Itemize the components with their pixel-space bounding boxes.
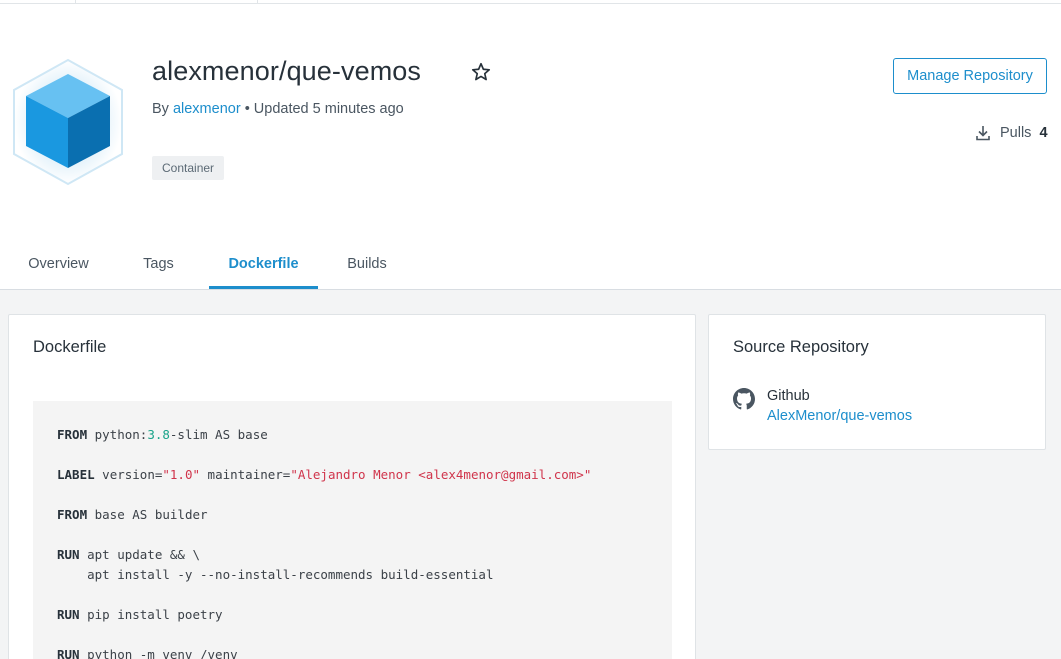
code-text: apt install -y --no-install-recommends b… [57, 567, 494, 582]
code-text: python: [87, 427, 148, 442]
github-icon [733, 388, 755, 410]
pulls-label: Pulls [1000, 125, 1032, 141]
code-string: "Alejandro Menor <alex4menor@gmail.com>" [290, 467, 592, 482]
tab-dockerfile[interactable]: Dockerfile [209, 238, 318, 289]
top-nav-divider [257, 0, 258, 4]
code-number: 3.8 [147, 427, 170, 442]
tab-overview[interactable]: Overview [0, 238, 117, 290]
code-keyword: FROM [57, 507, 88, 522]
code-line: apt install -y --no-install-recommends b… [57, 565, 648, 585]
pulls-stat: Pulls 4 [975, 125, 1048, 141]
pulls-count: 4 [1039, 125, 1048, 141]
code-line: RUN pip install poetry [57, 605, 648, 625]
container-badge: Container [152, 156, 225, 180]
byline: By alexmenor • Updated 5 minutes ago [152, 101, 404, 117]
star-icon[interactable] [470, 61, 492, 83]
download-icon [976, 126, 990, 141]
author-link[interactable]: alexmenor [173, 101, 241, 117]
code-keyword: LABEL [57, 467, 95, 482]
code-text: -slim AS base [169, 427, 268, 442]
source-repository-card: Source Repository Github AlexMenor/que-v… [708, 314, 1046, 450]
source-repository-title: Source Repository [733, 338, 869, 356]
tab-tags[interactable]: Tags [117, 238, 200, 290]
code-line: LABEL version="1.0" maintainer="Alejandr… [57, 465, 648, 485]
dockerfile-card: Dockerfile FROM python:3.8-slim AS base … [8, 314, 696, 659]
updated-text: • Updated 5 minutes ago [244, 101, 404, 117]
page-title: alexmenor/que-vemos [152, 56, 422, 86]
top-nav-strip [0, 0, 1061, 4]
code-text: base AS builder [87, 507, 208, 522]
by-label: By [152, 101, 169, 117]
code-text: maintainer= [200, 467, 291, 482]
code-line: FROM python:3.8-slim AS base [57, 425, 648, 445]
code-keyword: FROM [57, 427, 88, 442]
code-line: RUN python -m venv /venv [57, 645, 648, 659]
source-repository-link[interactable]: AlexMenor/que-vemos [767, 408, 912, 424]
container-cube-logo [13, 58, 123, 186]
tab-builds[interactable]: Builds [318, 238, 416, 290]
code-keyword: RUN [57, 547, 80, 562]
code-text: apt update && \ [79, 547, 200, 562]
code-keyword: RUN [57, 647, 80, 659]
code-text: version= [94, 467, 163, 482]
code-line: FROM base AS builder [57, 505, 648, 525]
code-keyword: RUN [57, 607, 80, 622]
top-nav-divider [75, 0, 76, 4]
code-text: python -m venv /venv [79, 647, 238, 659]
dockerfile-card-title: Dockerfile [33, 338, 107, 356]
manage-repository-button[interactable]: Manage Repository [893, 58, 1047, 94]
code-text: pip install poetry [79, 607, 223, 622]
source-provider-name: Github [767, 388, 810, 404]
code-string: "1.0" [162, 467, 201, 482]
code-line: RUN apt update && \ [57, 545, 648, 565]
repo-header: alexmenor/que-vemos By alexmenor • Updat… [0, 0, 1061, 290]
dockerfile-code-block: FROM python:3.8-slim AS base LABEL versi… [33, 401, 672, 659]
